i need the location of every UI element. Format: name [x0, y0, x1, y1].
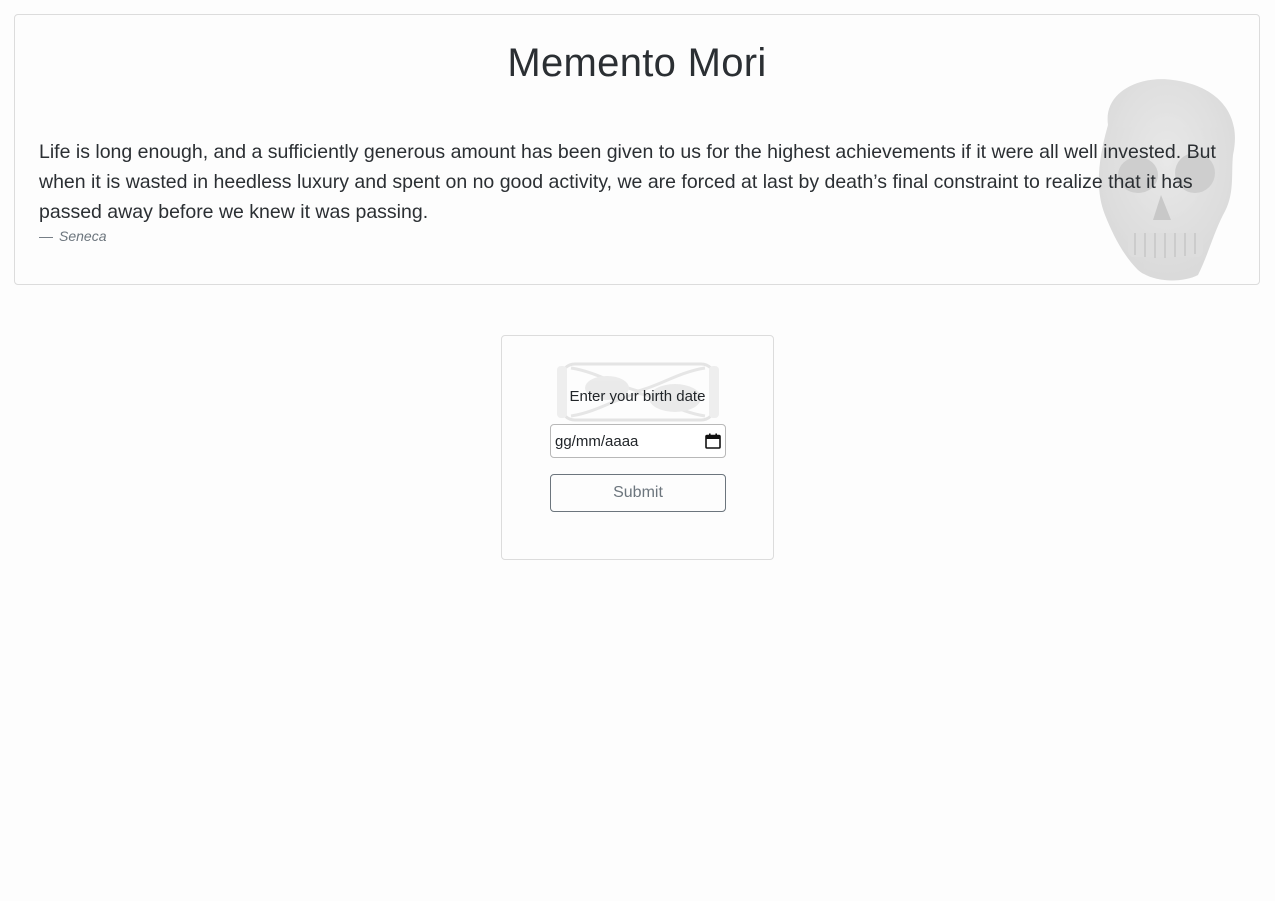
quote-source: — Seneca: [39, 228, 106, 244]
birth-date-input[interactable]: gg/mm/aaaa: [550, 424, 726, 458]
quote-dash: —: [39, 228, 53, 244]
date-placeholder: gg/mm/aaaa: [555, 432, 639, 450]
submit-button[interactable]: Submit: [550, 474, 726, 512]
quote-card: Memento Mori Life is long enough, and a …: [14, 14, 1260, 285]
calendar-icon[interactable]: [705, 433, 721, 449]
quote-text: Life is long enough, and a sufficiently …: [39, 141, 1216, 223]
quote-author: Seneca: [59, 228, 107, 244]
birth-date-form: Enter your birth date gg/mm/aaaa Submit: [501, 335, 774, 560]
birth-date-label: Enter your birth date: [569, 388, 706, 405]
page-title: Memento Mori: [507, 41, 767, 85]
